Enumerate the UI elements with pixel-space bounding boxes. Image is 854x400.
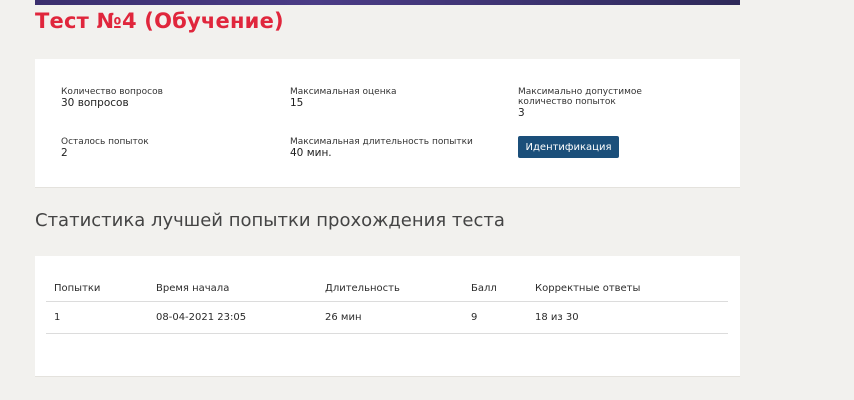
column-header-attempts: Попытки [46,276,148,302]
max-score-value: 15 [290,97,304,109]
stats-table: Попытки Время начала Длительность Балл К… [46,276,728,334]
max-duration-label: Максимальная длительность попытки [290,137,473,147]
cell-start-time: 08-04-2021 23:05 [148,301,317,334]
stats-heading: Статистика лучшей попытки прохождения те… [35,210,505,231]
test-info-card: Количество вопросов 30 вопросов Максимал… [35,59,740,188]
questions-count-value: 30 вопросов [61,97,129,109]
column-header-score: Балл [463,276,527,302]
max-score-item: Максимальная оценка 15 [290,87,397,109]
remaining-attempts-value: 2 [61,147,68,159]
remaining-attempts-label: Осталось попыток [61,137,149,147]
table-row: 1 08-04-2021 23:05 26 мин 9 18 из 30 [46,301,728,334]
column-header-correct-answers: Корректные ответы [527,276,728,302]
max-duration-item: Максимальная длительность попытки 40 мин… [290,137,473,159]
column-header-start-time: Время начала [148,276,317,302]
stats-header-row: Попытки Время начала Длительность Балл К… [46,276,728,302]
cell-score: 9 [463,301,527,334]
max-attempts-label: Максимально допустимое количество попыто… [518,87,642,107]
column-header-duration: Длительность [317,276,463,302]
questions-count-label: Количество вопросов [61,87,163,97]
max-attempts-item: Максимально допустимое количество попыто… [518,87,698,119]
max-attempts-value: 3 [518,107,525,119]
questions-count-item: Количество вопросов 30 вопросов [61,87,163,109]
page-title: Тест №4 (Обучение) [35,9,284,33]
header-banner-image [35,0,740,5]
remaining-attempts-item: Осталось попыток 2 [61,137,149,159]
cell-duration: 26 мин [317,301,463,334]
max-score-label: Максимальная оценка [290,87,397,97]
identification-button[interactable]: Идентификация [518,136,619,158]
stats-card: Попытки Время начала Длительность Балл К… [35,256,740,377]
cell-correct-answers: 18 из 30 [527,301,728,334]
cell-attempt: 1 [46,301,148,334]
max-duration-value: 40 мин. [290,147,332,159]
